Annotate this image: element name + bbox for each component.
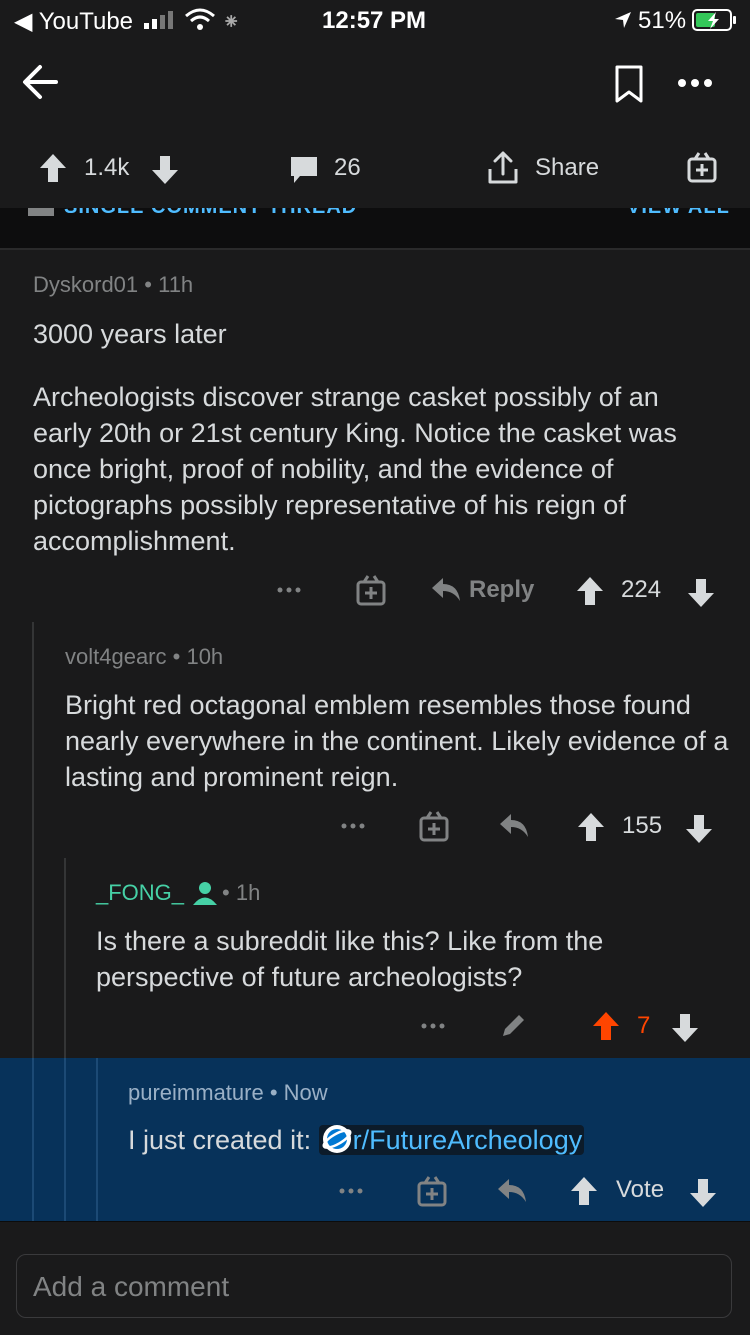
add-comment-input[interactable]: Add a comment bbox=[16, 1254, 732, 1318]
comment-age: 11h bbox=[158, 272, 194, 297]
subreddit-link-text: r/FutureArcheology bbox=[352, 1125, 583, 1155]
comment-score: 7 bbox=[637, 1012, 651, 1039]
view-all-link[interactable]: VIEW ALL bbox=[627, 208, 730, 219]
downvote-icon[interactable] bbox=[688, 1177, 718, 1209]
bookmark-icon[interactable] bbox=[614, 64, 644, 104]
comment-meta: pureimmature • Now bbox=[128, 1080, 328, 1106]
downvote-icon[interactable] bbox=[686, 577, 716, 609]
subreddit-planet-icon bbox=[321, 1123, 353, 1155]
loading-icon: ⁕ bbox=[222, 9, 241, 34]
comment-body: Bright red octagonal emblem resembles th… bbox=[65, 690, 729, 792]
battery-percent: 51% bbox=[638, 7, 687, 34]
location-icon bbox=[614, 11, 632, 29]
reply-icon[interactable] bbox=[498, 812, 530, 840]
comment-body-text: I just created it: bbox=[128, 1125, 312, 1155]
reply-button[interactable]: Reply bbox=[469, 576, 534, 604]
back-app-label: YouTube bbox=[38, 8, 134, 35]
status-bar: ◀ YouTube ⁕ 12:57 PM 51% bbox=[0, 0, 750, 40]
award-icon[interactable] bbox=[686, 150, 718, 184]
comment-age: 1h bbox=[235, 880, 261, 905]
comment-body: Is there a subreddit like this? Like fro… bbox=[96, 926, 604, 992]
subreddit-link[interactable]: r/FutureArcheology bbox=[318, 1123, 585, 1155]
meta-separator: • bbox=[138, 272, 159, 297]
comment-more-icon[interactable] bbox=[420, 1016, 448, 1036]
upvote-icon[interactable] bbox=[575, 575, 605, 607]
reply-icon[interactable] bbox=[496, 1177, 528, 1205]
comments-icon[interactable] bbox=[288, 154, 320, 186]
post-action-bar: 1.4k 26 Share bbox=[0, 140, 750, 208]
signal-icon bbox=[144, 10, 176, 30]
thread-line[interactable] bbox=[96, 1058, 98, 1221]
comment-meta: volt4gearc • 10h bbox=[65, 644, 223, 670]
comment-score: 224 bbox=[621, 576, 662, 603]
comment-more-icon[interactable] bbox=[276, 580, 304, 600]
back-to-app[interactable]: ◀ YouTube bbox=[14, 7, 133, 36]
upvote-icon[interactable] bbox=[38, 152, 68, 184]
highlighted-comment: pureimmature • Now I just created it: r/… bbox=[0, 1058, 750, 1221]
comment-meta: Dyskord01 • 11h bbox=[33, 272, 193, 298]
comment-more-icon[interactable] bbox=[338, 1181, 366, 1201]
downvote-icon[interactable] bbox=[150, 154, 180, 186]
comment-thread-icon bbox=[28, 208, 54, 220]
comment-age-group: • 1h bbox=[222, 880, 261, 905]
comment-meta: _FONG_ • 1h bbox=[96, 880, 260, 906]
edit-pencil-icon[interactable] bbox=[499, 1010, 529, 1040]
downvote-icon[interactable] bbox=[684, 813, 714, 845]
single-comment-thread-label[interactable]: SINGLE COMMENT THREAD bbox=[64, 208, 357, 219]
post-score: 1.4k bbox=[84, 154, 130, 181]
comment-more-icon[interactable] bbox=[340, 816, 368, 836]
comment-body: Archeologists discover strange casket po… bbox=[33, 382, 677, 556]
upvote-icon[interactable] bbox=[591, 1010, 621, 1042]
award-icon[interactable] bbox=[418, 809, 450, 843]
meta-separator: • bbox=[263, 1080, 284, 1105]
op-person-icon bbox=[192, 880, 218, 906]
thread-line[interactable] bbox=[32, 1058, 34, 1221]
comment-age: Now bbox=[283, 1080, 328, 1105]
share-button[interactable]: Share bbox=[535, 154, 599, 182]
comment-score: 155 bbox=[622, 812, 663, 839]
comment-author[interactable]: pureimmature bbox=[128, 1080, 264, 1105]
upvote-icon[interactable] bbox=[576, 811, 606, 843]
thread-header-strip: SINGLE COMMENT THREAD VIEW ALL bbox=[0, 208, 750, 250]
more-options-icon[interactable] bbox=[676, 68, 716, 98]
vote-label: Vote bbox=[616, 1176, 665, 1203]
thread-line[interactable] bbox=[64, 1058, 66, 1221]
comment-age: 10h bbox=[186, 644, 224, 669]
back-arrow-icon[interactable] bbox=[20, 62, 60, 102]
comment-author[interactable]: Dyskord01 bbox=[33, 272, 138, 297]
award-icon[interactable] bbox=[355, 573, 387, 607]
comment-count: 26 bbox=[334, 154, 361, 181]
clock: 12:57 PM bbox=[322, 7, 427, 34]
comment-author[interactable]: volt4gearc bbox=[65, 644, 167, 669]
downvote-icon[interactable] bbox=[670, 1012, 700, 1044]
battery-icon bbox=[692, 8, 738, 32]
reply-icon[interactable] bbox=[430, 576, 462, 604]
upvote-icon[interactable] bbox=[569, 1175, 599, 1207]
wifi-icon bbox=[184, 8, 216, 32]
add-comment-placeholder: Add a comment bbox=[33, 1271, 230, 1302]
share-icon[interactable] bbox=[486, 150, 520, 186]
award-icon[interactable] bbox=[416, 1174, 448, 1208]
comment-author[interactable]: _FONG_ bbox=[96, 880, 184, 905]
comment-title-line: 3000 years later bbox=[33, 319, 227, 349]
meta-separator: • bbox=[166, 644, 187, 669]
comment-body: I just created it: r/FutureArcheology bbox=[128, 1122, 738, 1158]
top-nav bbox=[0, 40, 750, 140]
